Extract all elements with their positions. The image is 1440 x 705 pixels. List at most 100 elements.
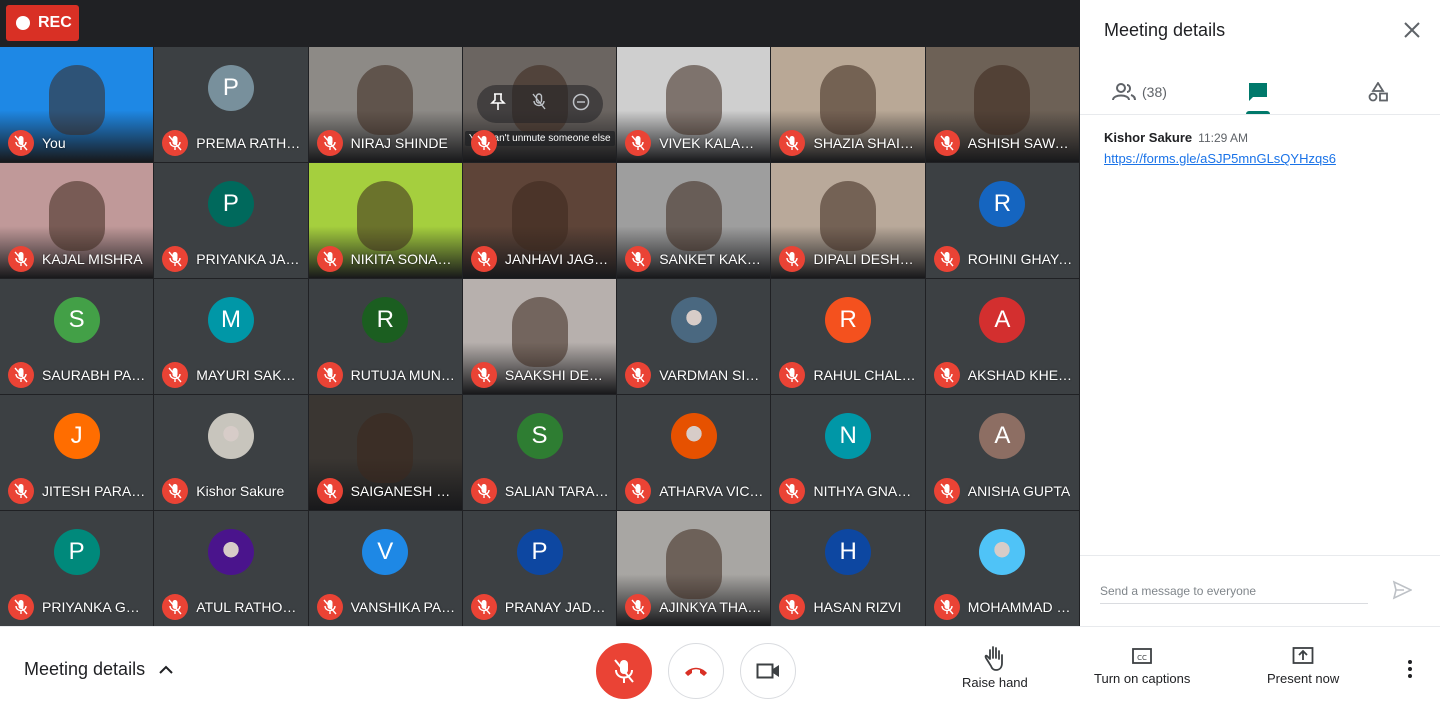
avatar: P [516, 529, 563, 575]
tile-footer: NIKITA SONA… [316, 246, 456, 272]
message-link[interactable]: https://forms.gle/aSJP5mnGLsQYHzqs6 [1104, 151, 1424, 166]
tile-footer: ATHARVA VIC… [625, 478, 764, 504]
meeting-details-panel: Meeting details (38) Kishor Sakure 11:29… [1080, 0, 1440, 626]
send-icon[interactable] [1392, 580, 1413, 605]
participant-tile[interactable]: SANKET KAKA… [617, 163, 772, 279]
tile-footer: ASHISH SAWA… [933, 130, 1074, 156]
participant-tile[interactable]: P PRIYANKA GATE [0, 511, 155, 627]
meeting-details-button[interactable]: Meeting details [24, 659, 173, 680]
chat-input[interactable] [1100, 578, 1368, 604]
participant-tile[interactable]: P PRANAY JADH… [462, 511, 618, 627]
tile-footer: SAIGANESH N… [316, 478, 456, 504]
participant-tile[interactable]: AJINKYA THA… [617, 511, 772, 627]
tile-footer [470, 130, 610, 156]
participant-tile[interactable]: H HASAN RIZVI [771, 511, 926, 627]
present-now-button[interactable]: Present now [1267, 645, 1339, 686]
video-feed [48, 65, 105, 135]
camera-toggle-button[interactable] [740, 643, 796, 699]
leave-call-button[interactable] [668, 643, 724, 699]
avatar: P [207, 65, 254, 111]
participant-tile[interactable]: You [0, 47, 155, 163]
participant-name: NITHYA GNAN… [813, 483, 919, 499]
participant-name: RUTUJA MUN… [350, 367, 455, 383]
participant-tile[interactable]: NIRAJ SHINDE [308, 47, 463, 163]
participant-tile[interactable]: ATHARVA VIC… [617, 395, 772, 511]
participant-name: You [42, 135, 66, 151]
participant-tile[interactable]: R RUTUJA MUN… [308, 279, 463, 395]
video-feed [974, 65, 1031, 135]
participant-tile[interactable]: S SALIAN TARA… [462, 395, 618, 511]
participant-tile[interactable]: J JITESH PARAP… [0, 395, 155, 511]
mic-muted-icon [8, 246, 34, 272]
tile-footer: RAHUL CHALKE [779, 362, 919, 388]
participant-name: AKSHAD KHER… [967, 367, 1074, 383]
participant-tile[interactable]: VARDMAN SID… [617, 279, 772, 395]
participant-tile[interactable]: V VANSHIKA PA… [308, 511, 463, 627]
tile-footer: DIPALI DESHM… [779, 246, 919, 272]
participant-tile[interactable]: SAAKSHI DEO… [462, 279, 618, 395]
participant-tile[interactable]: VIVEK KALAM… [617, 47, 772, 163]
participant-name: SHAZIA SHAIKH [813, 135, 919, 151]
present-now-label: Present now [1267, 671, 1340, 686]
participant-tile[interactable]: SAIGANESH N… [308, 395, 463, 511]
mic-muted-icon [779, 246, 806, 272]
raise-hand-button[interactable]: Raise hand [962, 645, 1028, 690]
participant-tile[interactable]: A ANISHA GUPTA [925, 395, 1081, 511]
video-feed [665, 529, 722, 599]
avatar: S [516, 413, 563, 459]
participant-tile[interactable]: R RAHUL CHALKE [771, 279, 926, 395]
participant-tile[interactable]: N NITHYA GNAN… [771, 395, 926, 511]
microphone-toggle-button[interactable] [596, 643, 652, 699]
people-icon [1112, 83, 1136, 101]
message-time: 11:29 AM [1198, 131, 1248, 145]
tab-people[interactable]: (38) [1112, 70, 1167, 114]
participant-tile[interactable]: DIPALI DESHM… [771, 163, 926, 279]
phone-hangup-icon [685, 667, 707, 676]
video-feed [48, 181, 105, 251]
record-dot-icon [16, 16, 30, 30]
captions-button[interactable]: CC Turn on captions [1094, 645, 1190, 686]
participant-tile[interactable]: SHAZIA SHAIKH [771, 47, 926, 163]
pin-icon[interactable] [489, 92, 506, 116]
tab-chat[interactable] [1246, 70, 1270, 114]
tile-footer: SAURABH PAS… [8, 362, 147, 388]
participant-tile[interactable]: You can't unmute someone else [462, 47, 618, 163]
participant-tile[interactable]: P PREMA RATH… [154, 47, 309, 163]
participant-tile[interactable]: MOHAMMAD … [925, 511, 1081, 627]
participant-tile[interactable]: JANHAVI JAG… [462, 163, 618, 279]
video-feed [820, 181, 877, 251]
participant-tile[interactable]: KAJAL MISHRA [0, 163, 155, 279]
participant-tile[interactable]: M MAYURI SAKP… [154, 279, 309, 395]
participant-tile[interactable]: NIKITA SONA… [308, 163, 463, 279]
mic-muted-icon [933, 130, 960, 156]
avatar: M [207, 297, 254, 343]
more-options-icon[interactable] [1398, 657, 1422, 681]
mic-muted-icon [316, 362, 343, 388]
participant-tile[interactable]: S SAURABH PAS… [0, 279, 155, 395]
tab-activities[interactable] [1368, 70, 1388, 114]
participant-tile[interactable]: Kishor Sakure [154, 395, 309, 511]
participant-name: VIVEK KALAM… [659, 135, 765, 151]
participant-tile[interactable]: ASHISH SAWA… [925, 47, 1081, 163]
tile-footer: JANHAVI JAG… [470, 246, 610, 272]
participant-name: VARDMAN SID… [659, 367, 765, 383]
svg-text:CC: CC [1137, 654, 1147, 662]
remove-icon[interactable] [572, 93, 590, 116]
tile-footer: ATUL RATHOUR [162, 594, 302, 620]
mic-muted-icon [779, 362, 806, 388]
participant-name: MAYURI SAKP… [196, 367, 302, 383]
tile-footer: RUTUJA MUN… [316, 362, 456, 388]
tile-footer: AKSHAD KHER… [933, 362, 1074, 388]
raise-hand-label: Raise hand [962, 675, 1028, 690]
participant-tile[interactable]: A AKSHAD KHER… [925, 279, 1081, 395]
participant-tile[interactable]: R ROHINI GHAYAL [925, 163, 1081, 279]
present-screen-icon [1292, 647, 1314, 664]
participant-tile[interactable]: P PRIYANKA JA… [154, 163, 309, 279]
chat-icon [1249, 83, 1267, 101]
participant-name: PREMA RATH… [196, 135, 301, 151]
participant-tile[interactable]: ATUL RATHOUR [154, 511, 309, 627]
participant-name: ASHISH SAWA… [967, 135, 1074, 151]
mic-muted-icon [779, 130, 806, 156]
video-feed [665, 181, 722, 251]
close-icon[interactable] [1400, 18, 1424, 42]
